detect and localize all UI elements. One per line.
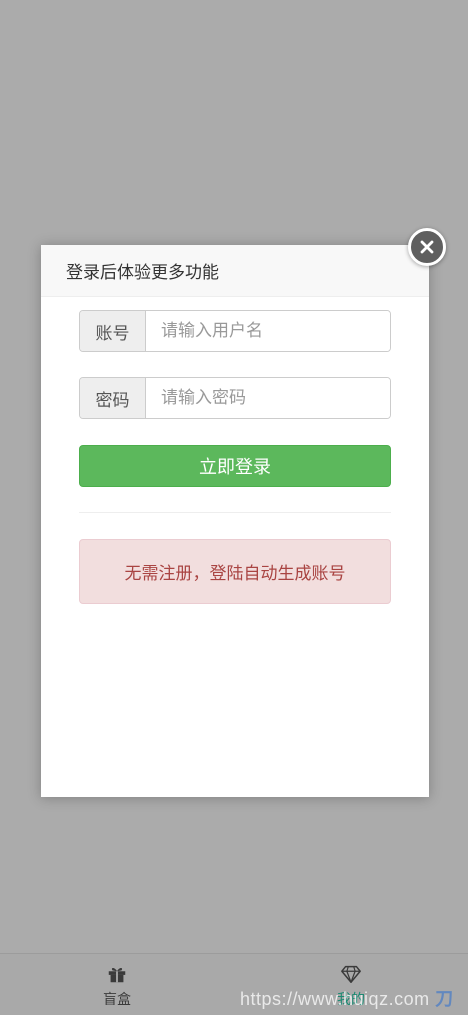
notice-alert: 无需注册，登陆自动生成账号 (79, 539, 391, 604)
username-input[interactable] (146, 311, 390, 351)
password-field-group: 密码 (79, 377, 391, 419)
login-modal: 登录后体验更多功能 账号 密码 立即登录 无需注册，登陆自动生成账号 (41, 245, 429, 797)
password-input[interactable] (146, 378, 390, 418)
gift-icon (108, 967, 126, 982)
tab-blind-box[interactable]: 盲盒 (0, 954, 234, 1015)
modal-header: 登录后体验更多功能 (41, 245, 429, 297)
modal-title: 登录后体验更多功能 (66, 263, 219, 283)
tab-label: 盲盒 (103, 991, 131, 1008)
username-label: 账号 (80, 311, 146, 351)
diamond-icon (341, 965, 361, 983)
close-icon (420, 240, 434, 254)
login-button[interactable]: 立即登录 (79, 445, 391, 487)
watermark: https://www.huiqz.com 刀客源码网 (240, 985, 468, 1015)
notice-text: 无需注册，登陆自动生成账号 (124, 564, 346, 584)
divider (79, 512, 391, 513)
close-button[interactable] (408, 228, 446, 266)
username-field-group: 账号 (79, 310, 391, 352)
watermark-url: https://www.huiqz.com (240, 989, 430, 1009)
password-label: 密码 (80, 378, 146, 418)
